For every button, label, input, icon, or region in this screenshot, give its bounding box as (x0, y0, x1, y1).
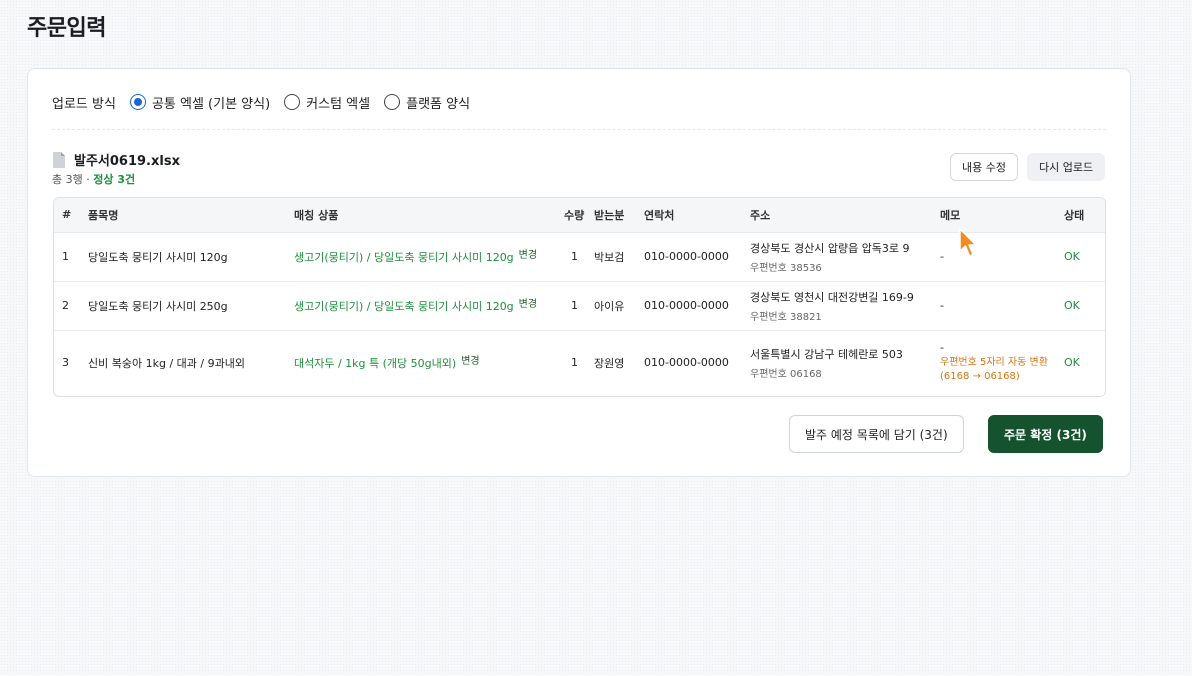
radio-platform-format[interactable]: 플랫폼 양식 (384, 93, 470, 112)
order-input-card: 업로드 방식 공통 엑셀 (기본 양식) 커스텀 엑셀 플랫폼 양식 발주서06… (27, 68, 1131, 477)
upload-method-group: 업로드 방식 공통 엑셀 (기본 양식) 커스텀 엑셀 플랫폼 양식 (52, 92, 484, 112)
matched-product: 대석자두 / 1kg 특 (개당 50g내외) (294, 356, 457, 370)
file-info: 발주서0619.xlsx (52, 150, 180, 169)
confirm-order-button[interactable]: 주문 확정 (3건) (988, 415, 1103, 453)
radio-dot-icon (284, 94, 301, 110)
radio-label: 공통 엑셀 (기본 양식) (151, 96, 271, 112)
zip-code: 우편번호 38821 (750, 311, 822, 323)
zip-code: 우편번호 06168 (750, 368, 822, 380)
table-row: 2 당일도축 뭉티기 사시미 250g 생고기(뭉티기) / 당일도축 뭉티기 … (54, 281, 1105, 330)
radio-dot-checked-icon (129, 94, 146, 110)
document-icon (53, 151, 65, 168)
file-summary-ok: 정상 3건 (93, 173, 136, 186)
row-status: OK (1064, 299, 1080, 312)
row-no: 2 (62, 299, 69, 312)
row-match: 생고기(뭉티기) / 당일도축 뭉티기 사시미 120g 변경 (286, 281, 556, 330)
section-divider (52, 129, 1106, 130)
address-line: 서울특별시 강남구 테헤란로 503 (750, 347, 903, 361)
row-address: 경상북도 경산시 압량읍 압독3로 9 우편번호 38536 (742, 232, 932, 281)
col-header-item: 품목명 (88, 208, 119, 222)
row-qty: 1 (571, 250, 578, 263)
row-memo: - (940, 299, 944, 312)
row-match: 대석자두 / 1kg 특 (개당 50g내외) 변경 (286, 330, 556, 395)
page-title: 주문입력 (27, 16, 106, 41)
row-receiver: 장원영 (594, 356, 625, 370)
col-header-phone: 연락처 (644, 208, 675, 222)
row-phone: 010-0000-0000 (644, 250, 729, 263)
col-header-match: 매칭 상품 (294, 208, 339, 222)
row-receiver: 박보검 (594, 250, 625, 264)
radio-label: 플랫폼 양식 (406, 96, 471, 112)
add-to-pending-list-button[interactable]: 발주 예정 목록에 담기 (3건) (789, 415, 964, 453)
reupload-button[interactable]: 다시 업로드 (1027, 153, 1106, 181)
file-summary-count: 총 3행 · (52, 173, 94, 186)
radio-custom-excel[interactable]: 커스텀 엑셀 (284, 93, 370, 112)
col-header-no: # (62, 208, 72, 222)
change-match-link[interactable]: 변경 (519, 250, 537, 261)
edit-content-button[interactable]: 내용 수정 (950, 153, 1018, 181)
col-header-address: 주소 (750, 208, 771, 222)
table-row: 3 신비 복숭아 1kg / 대과 / 9과내외 대석자두 / 1kg 특 (개… (54, 330, 1105, 395)
memo-text: - (940, 341, 944, 355)
matched-product: 생고기(뭉티기) / 당일도축 뭉티기 사시미 120g (294, 250, 514, 264)
row-item: 당일도축 뭉티기 사시미 120g (88, 250, 228, 264)
row-qty: 1 (571, 356, 578, 370)
col-header-status: 상태 (1064, 208, 1085, 222)
row-item: 당일도축 뭉티기 사시미 250g (88, 299, 228, 313)
radio-dot-icon (384, 94, 401, 110)
row-memo: - 우편번호 5자리 자동 변환 (6168 → 06168) (932, 330, 1056, 395)
row-status: OK (1064, 250, 1080, 263)
address-line: 경상북도 경산시 압량읍 압독3로 9 (750, 241, 910, 255)
col-header-receiver: 받는분 (594, 208, 625, 222)
row-address: 경상북도 영천시 대전강변길 169-9 우편번호 38821 (742, 281, 932, 330)
change-match-link[interactable]: 변경 (461, 356, 479, 367)
matched-product: 생고기(뭉티기) / 당일도축 뭉티기 사시미 120g (294, 299, 514, 313)
row-no: 1 (62, 250, 69, 263)
radio-label: 커스텀 엑셀 (306, 96, 371, 112)
col-header-qty: 수량 (564, 208, 585, 222)
row-no: 3 (62, 356, 69, 370)
file-name: 발주서0619.xlsx (74, 154, 180, 169)
row-item: 신비 복숭아 1kg / 대과 / 9과내외 (88, 356, 245, 370)
col-header-memo: 메모 (940, 208, 961, 222)
mouse-cursor-icon (959, 228, 977, 257)
change-match-link[interactable]: 변경 (519, 299, 537, 310)
row-qty: 1 (571, 299, 578, 312)
row-address: 서울특별시 강남구 테헤란로 503 우편번호 06168 (742, 330, 932, 395)
zip-code: 우편번호 38536 (750, 262, 822, 274)
row-phone: 010-0000-0000 (644, 299, 729, 312)
row-receiver: 아이유 (594, 299, 625, 313)
row-memo: - (940, 250, 944, 263)
radio-common-excel[interactable]: 공통 엑셀 (기본 양식) (129, 93, 271, 112)
table-row: 1 당일도축 뭉티기 사시미 120g 생고기(뭉티기) / 당일도축 뭉티기 … (54, 232, 1105, 281)
order-table: # 품목명 매칭 상품 수량 받는분 연락처 주소 메모 상태 1 당일도축 뭉… (53, 197, 1106, 397)
row-status: OK (1064, 356, 1080, 370)
file-summary: 총 3행 · 정상 3건 (52, 171, 135, 187)
zip-autofix-note: 우편번호 5자리 자동 변환 (6168 → 06168) (940, 357, 1048, 383)
address-line: 경상북도 영천시 대전강변길 169-9 (750, 290, 914, 304)
row-phone: 010-0000-0000 (644, 356, 729, 370)
row-match: 생고기(뭉티기) / 당일도축 뭉티기 사시미 120g 변경 (286, 232, 556, 281)
table-header-row: # 품목명 매칭 상품 수량 받는분 연락처 주소 메모 상태 (54, 198, 1105, 232)
upload-method-label: 업로드 방식 (52, 96, 116, 112)
